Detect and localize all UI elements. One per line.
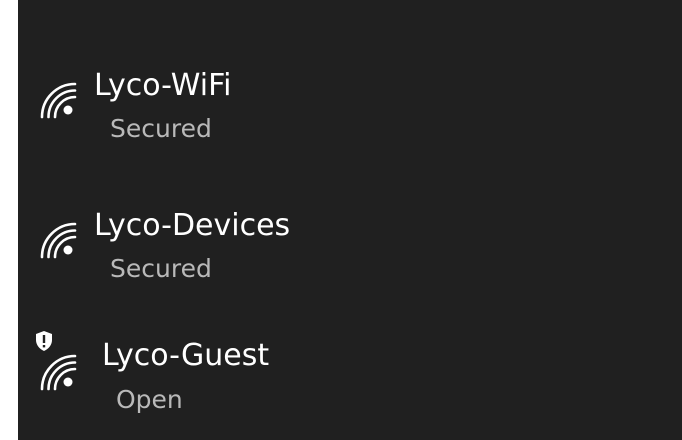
shield-warning-icon (36, 331, 52, 351)
wifi-signal-icon (40, 354, 77, 391)
network-status: Secured (110, 254, 212, 283)
network-ssid: Lyco-Guest (102, 338, 270, 373)
network-item-lyco-guest[interactable]: Lyco-Guest Open (18, 330, 658, 440)
network-ssid: Lyco-Devices (94, 208, 291, 243)
network-status: Open (116, 385, 183, 414)
network-status: Secured (110, 114, 212, 143)
wifi-signal-icon (40, 222, 77, 259)
network-ssid: Lyco-WiFi (94, 68, 232, 103)
network-item-lyco-wifi[interactable]: Lyco-WiFi Secured (18, 55, 658, 165)
wifi-signal-icon (40, 82, 77, 119)
network-item-lyco-devices[interactable]: Lyco-Devices Secured (18, 195, 658, 305)
wifi-network-list: Lyco-WiFi Secured Lyco-Devices Secured L… (18, 0, 682, 440)
